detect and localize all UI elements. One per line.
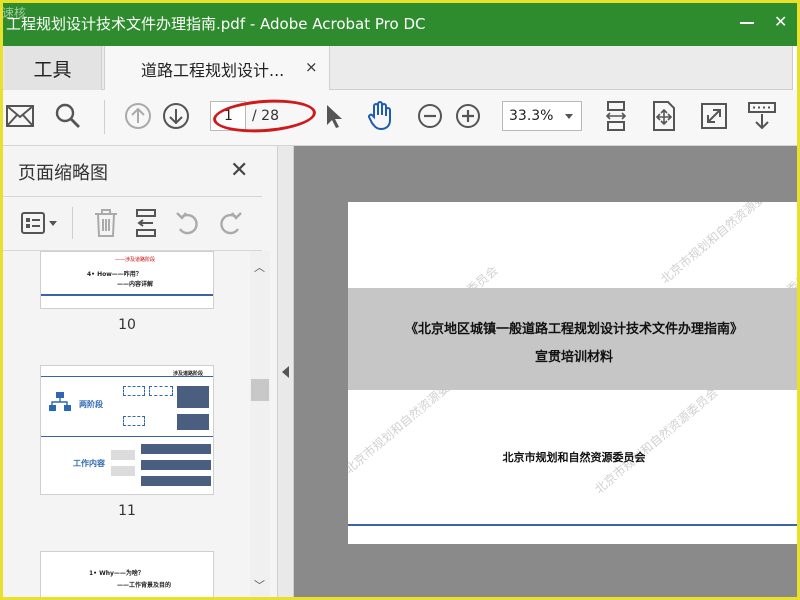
thumb-box (123, 416, 145, 426)
chevron-down-icon (565, 114, 573, 119)
thumbnail-list: ——涉及道路阶段 4• How——咋用？ ——内容详解 10 涉及道路阶段 两阶… (0, 251, 250, 600)
fit-page-icon[interactable] (600, 100, 632, 132)
hierarchy-icon (49, 392, 71, 411)
options-menu-icon[interactable] (18, 207, 62, 239)
thumb-text: ——内容详解 (117, 281, 154, 288)
chevron-down-icon[interactable]: ﹀ (254, 577, 265, 593)
thumb-arrow (111, 466, 135, 476)
thumb-text: 1• Why——为啥？ (89, 570, 144, 577)
document-view[interactable]: 北京市规划和自然资源委员会 北京市规划和自然资源委员会 北京市规划和自然资源委员… (294, 146, 800, 600)
main-toolbar: 1 / 28 33.3% (0, 90, 800, 146)
thumb-label: 两阶段 (79, 400, 103, 409)
document-title: 《北京地区城镇一般道路工程规划设计技术文件办理指南》 (404, 322, 743, 337)
thumbnail-scrollbar[interactable]: ︿ ﹀ (250, 251, 270, 600)
thumb-rule (41, 376, 213, 377)
panel-toolbar-separator (72, 207, 73, 239)
thumb-box (177, 386, 209, 408)
window-title: 工程规划设计技术文件办理指南.pdf - Adobe Acrobat Pro D… (6, 15, 426, 33)
search-icon[interactable] (52, 100, 84, 132)
page-thumbnails-panel: 页面缩略图 ✕ ——涉及道路阶段 4• How——咋用？ ——内容详解 10 涉… (0, 146, 278, 600)
previous-page-icon[interactable] (122, 100, 154, 132)
rotate-counterclockwise-icon[interactable] (172, 207, 204, 239)
next-page-icon[interactable] (160, 100, 192, 132)
thumbnail-page-11[interactable]: 涉及道路阶段 两阶段 工作内容 (40, 365, 214, 495)
document-organization: 北京市规划和自然资源委员会 (502, 451, 646, 464)
insert-page-icon[interactable] (130, 207, 162, 239)
thumb-box (123, 386, 145, 396)
tabbar-scroll-stub (792, 46, 800, 90)
scrollbar-thumb[interactable] (251, 379, 269, 401)
thumb-text: 4• How——咋用？ (87, 271, 142, 278)
delete-page-icon[interactable] (90, 207, 122, 239)
document-page: 北京市规划和自然资源委员会 北京市规划和自然资源委员会 北京市规划和自然资源委员… (348, 202, 800, 544)
panel-title: 页面缩略图 (18, 163, 108, 184)
thumbnail-page-12[interactable]: 1• Why——为啥？ ——工作背景及目的 (40, 551, 214, 600)
zoom-out-icon[interactable] (414, 100, 446, 132)
read-mode-icon[interactable] (746, 100, 778, 132)
zoom-in-icon[interactable] (452, 100, 484, 132)
thumb-text: ——工作背景及目的 (117, 582, 172, 589)
thumb-arrow (111, 450, 135, 460)
thumb-box (177, 414, 209, 430)
page-watermark: 北京市规划和自然资源委员会 (658, 202, 787, 287)
thumb-box (141, 460, 211, 470)
minimize-button[interactable] (740, 22, 754, 24)
thumbnail-number: 10 (118, 317, 136, 333)
thumb-heading: ——涉及道路阶段 (115, 257, 156, 263)
thumb-box (149, 386, 173, 396)
scrolling-mode-icon[interactable] (648, 100, 680, 132)
tab-tools[interactable]: 工具 (4, 46, 102, 90)
thumb-box (141, 476, 211, 486)
full-screen-icon[interactable] (698, 100, 730, 132)
page-watermark: 北京市规划和自然资源委员会 (592, 385, 721, 497)
panel-close-icon[interactable]: ✕ (230, 158, 248, 183)
zoom-select[interactable]: 33.3% (502, 101, 582, 131)
document-subtitle: 宣贯培训材料 (534, 350, 613, 365)
chevron-up-icon[interactable]: ︿ (254, 259, 265, 275)
hand-tool-icon[interactable] (364, 100, 396, 132)
tab-document[interactable]: 道路工程规划设计... × (104, 46, 330, 91)
toolbar-separator (104, 100, 105, 134)
thumb-box (141, 444, 211, 454)
thumb-rule (41, 436, 213, 437)
rotate-clockwise-icon[interactable] (214, 207, 246, 239)
thumbnail-page-10[interactable]: ——涉及道路阶段 4• How——咋用？ ——内容详解 (40, 251, 214, 309)
thumbnail-number: 11 (118, 503, 136, 519)
select-arrow-icon[interactable] (318, 100, 350, 132)
zoom-value: 33.3% (509, 108, 554, 124)
panel-toolbar (0, 197, 262, 249)
tab-close-icon[interactable]: × (305, 58, 318, 76)
tab-document-label: 道路工程规划设计... (141, 61, 285, 80)
document-rule (348, 524, 800, 526)
thumb-rule (41, 294, 213, 296)
thumb-label: 工作内容 (73, 459, 105, 468)
tab-bar: 工具 道路工程规划设计... × (0, 46, 800, 91)
chevron-left-icon (282, 366, 289, 378)
close-window-button[interactable]: ✕ (774, 12, 787, 31)
mail-icon[interactable] (4, 100, 36, 132)
title-bar: 速核 工程规划设计技术文件办理指南.pdf - Adobe Acrobat Pr… (0, 0, 800, 46)
title-band (348, 288, 800, 390)
panel-collapse-handle[interactable] (278, 146, 294, 600)
